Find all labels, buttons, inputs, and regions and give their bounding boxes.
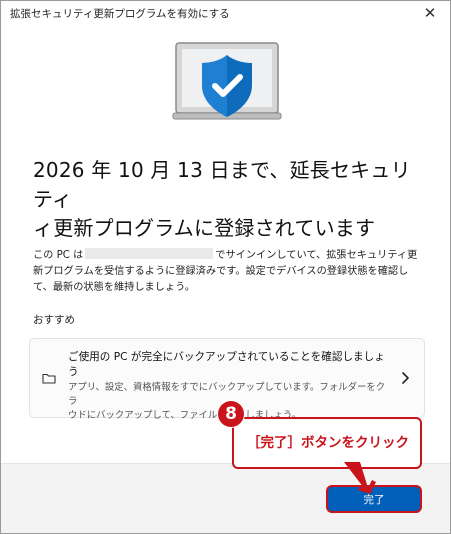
window-title: 拡張セキュリティ更新プログラムを有効にする — [10, 8, 230, 20]
headline-line-1: 2026 年 10 月 13 日まで、延長セキュリティ — [33, 158, 411, 211]
body-line-1-prefix: この PC は — [33, 250, 84, 261]
body-line-2: 新プログラムを受信するように登録済みです。設定でデバイスの登録状態を確認し — [33, 266, 409, 277]
body-line-1: この PC は でサインインしていて、拡張セキュリティ更 — [33, 248, 428, 264]
annotation-arrow-icon — [344, 462, 376, 494]
body-line-1-suffix: でサインインしていて、拡張セキュリティ更 — [215, 250, 418, 261]
annotation-callout-text: ［完了］ボタンをクリック — [247, 435, 409, 451]
headline: 2026 年 10 月 13 日まで、延長セキュリティ ィ更新プログラムに登録さ… — [33, 156, 423, 243]
recommend-label: おすすめ — [33, 314, 75, 326]
card-title-line-1: ご使用の PC が完全にバックアップされていることを確認しましょ — [68, 351, 385, 363]
body-text: この PC は でサインインしていて、拡張セキュリティ更 新プログラムを受信するよ… — [33, 248, 428, 296]
close-icon[interactable]: ✕ — [420, 3, 440, 23]
laptop-shield-icon — [172, 42, 282, 120]
headline-line-2: ィ更新プログラムに登録されています — [33, 216, 376, 240]
body-line-3: て、最新の状態を維持しましょう。 — [33, 282, 195, 293]
redacted-account — [85, 248, 214, 259]
chevron-right-icon — [402, 372, 409, 384]
card-title-line-2: う — [68, 366, 79, 378]
card-title: ご使用の PC が完全にバックアップされていることを確認しましょ う — [68, 350, 388, 380]
folder-icon — [42, 373, 56, 384]
title-bar: 拡張セキュリティ更新プログラムを有効にする ✕ — [1, 1, 450, 25]
step-number-badge: 8 — [218, 401, 244, 427]
